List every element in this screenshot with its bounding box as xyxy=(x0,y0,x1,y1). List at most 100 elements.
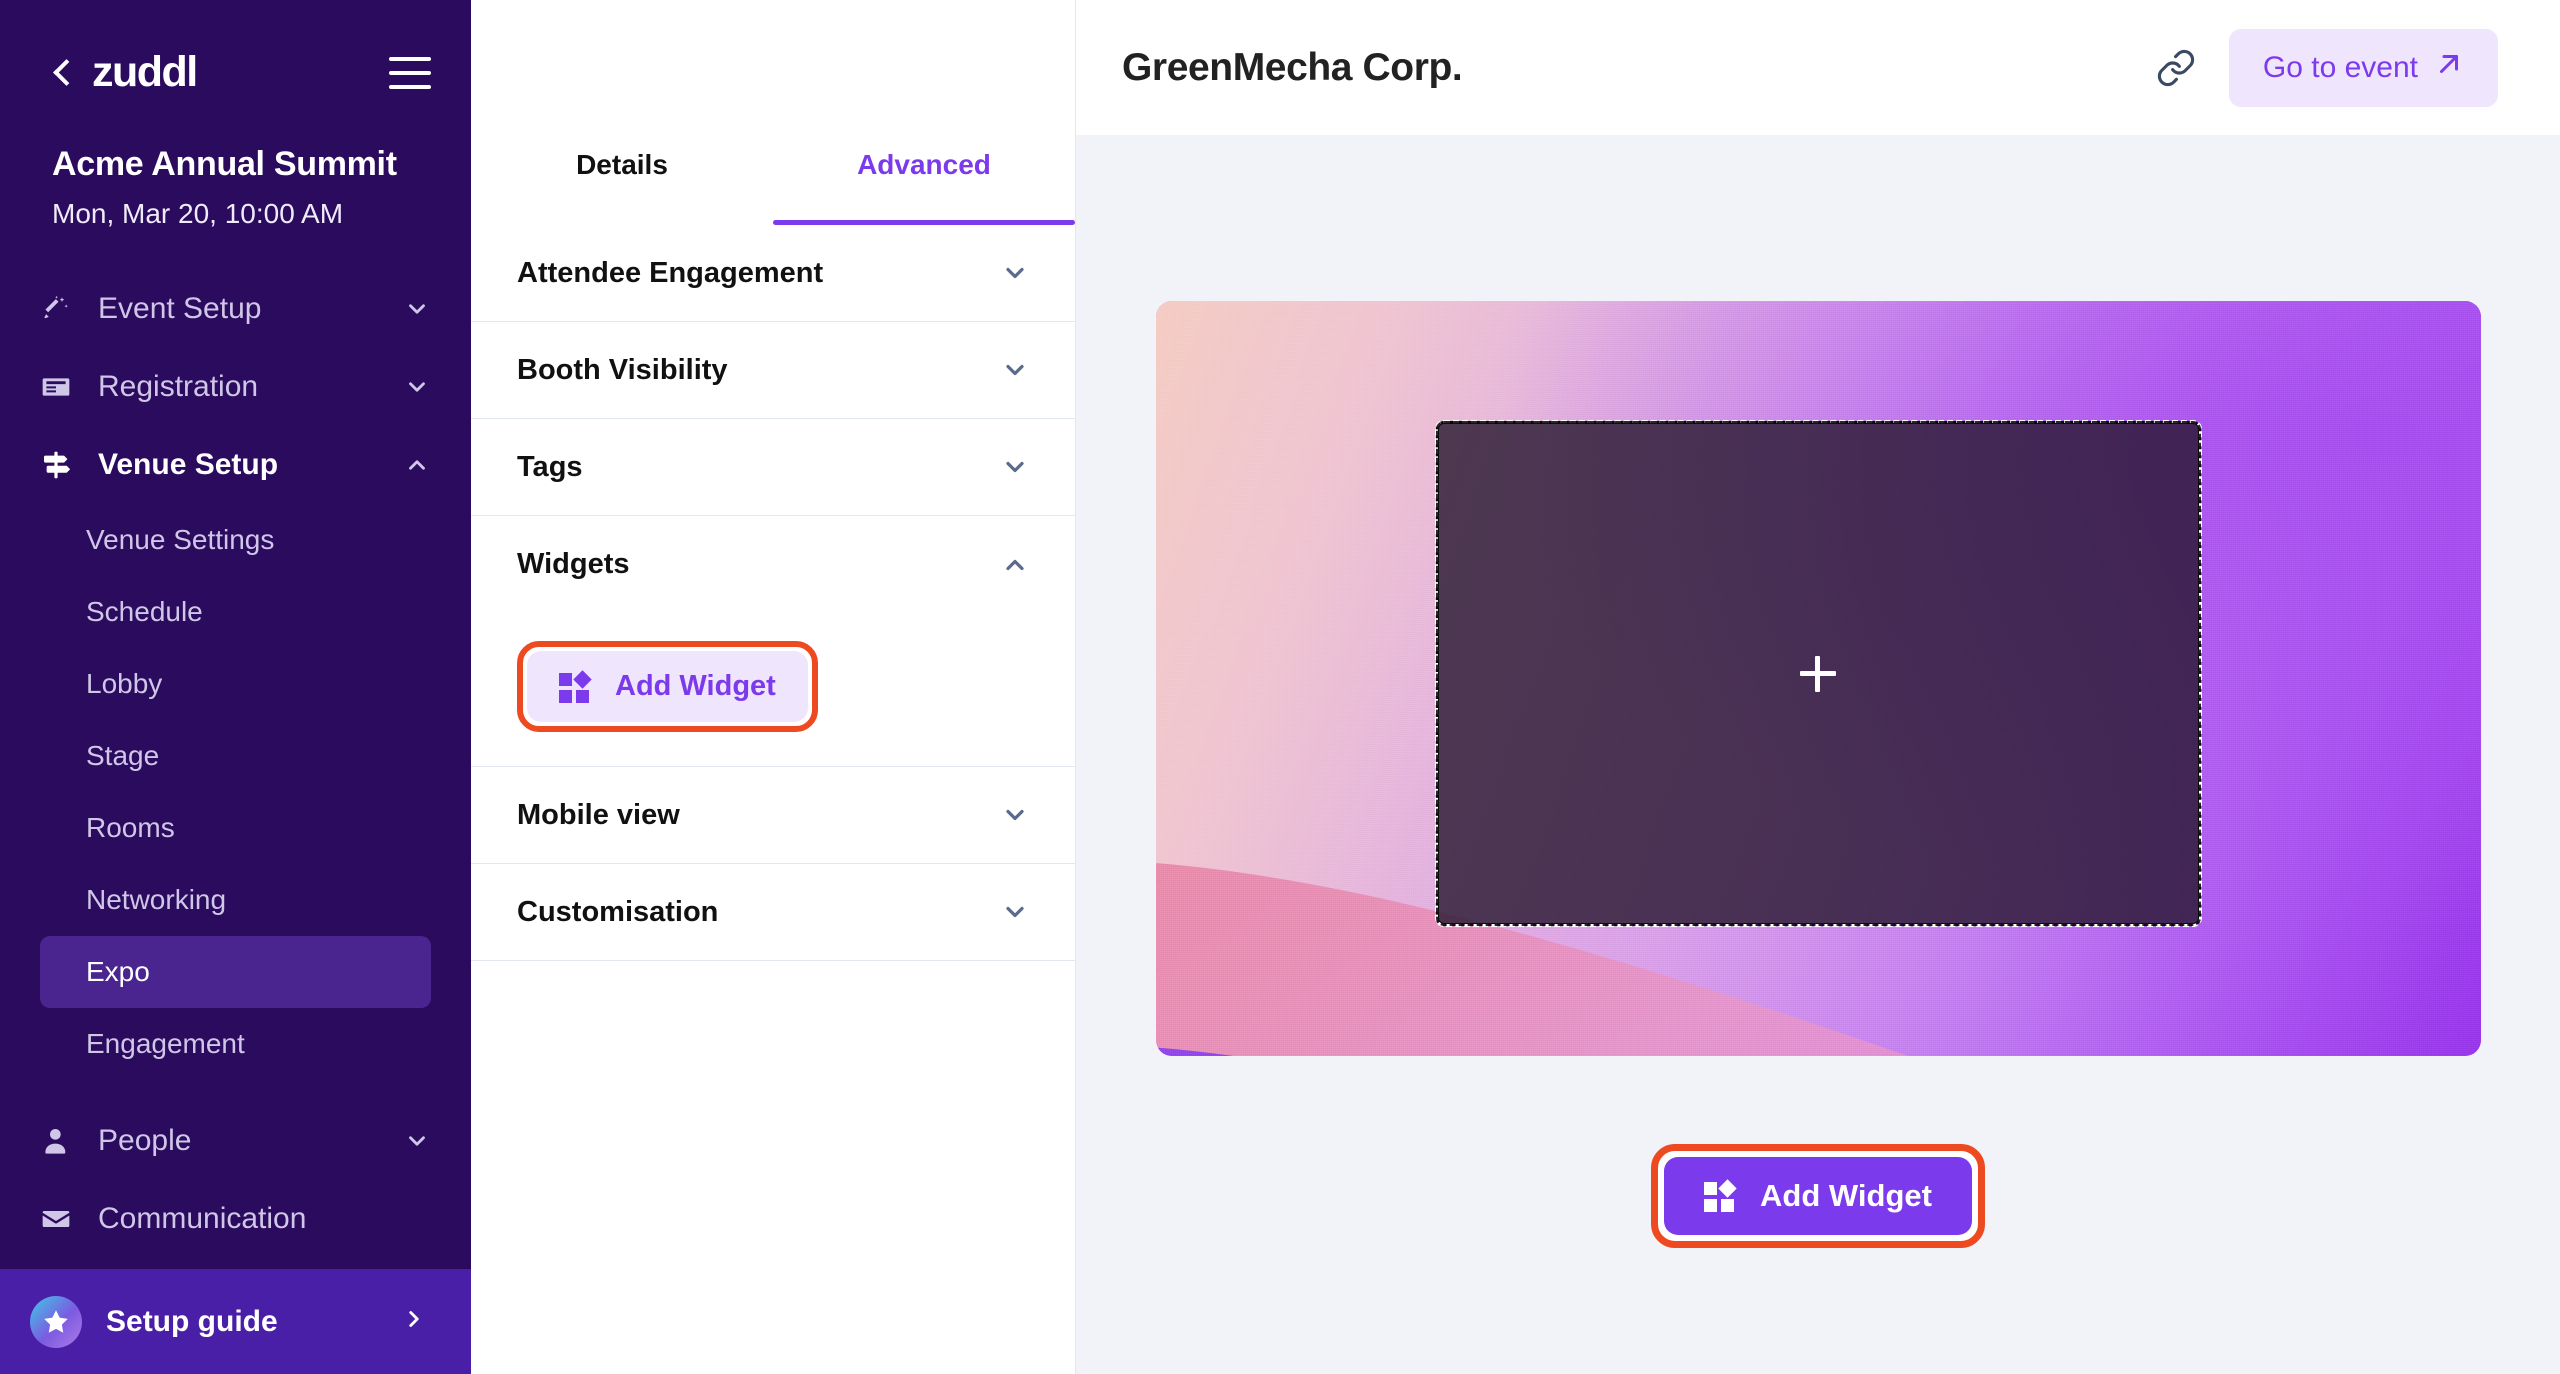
add-widget-label: Add Widget xyxy=(1760,1178,1932,1214)
sidebar-subitem-engagement[interactable]: Engagement xyxy=(40,1008,431,1080)
chevron-up-icon[interactable] xyxy=(403,451,431,479)
panel-tabs: Details Advanced xyxy=(471,135,1075,225)
sidebar-subitem-label: Schedule xyxy=(86,596,203,628)
add-widget-highlight-ring: Add Widget xyxy=(517,641,818,732)
sidebar-subitem-rooms[interactable]: Rooms xyxy=(40,792,431,864)
accordion-customisation[interactable]: Customisation xyxy=(471,864,1075,961)
chevron-down-icon[interactable] xyxy=(1001,356,1029,384)
star-badge-icon xyxy=(30,1296,82,1348)
accordion-label: Widgets xyxy=(517,548,1001,581)
booth-preview xyxy=(1156,301,2481,1056)
chevron-down-icon[interactable] xyxy=(403,373,431,401)
sidebar-subitem-label: Lobby xyxy=(86,668,162,700)
logo-text: zuddl xyxy=(92,48,197,97)
topbar: GreenMecha Corp. Go to event xyxy=(1076,0,2560,135)
brand[interactable]: zuddl xyxy=(52,48,197,97)
event-datetime: Mon, Mar 20, 10:00 AM xyxy=(52,198,419,230)
widget-square xyxy=(1721,1199,1734,1212)
widget-square xyxy=(1704,1182,1717,1195)
sidebar-subitem-expo[interactable]: Expo xyxy=(40,936,431,1008)
chevron-down-icon[interactable] xyxy=(1001,453,1029,481)
sidebar-nav: Event Setup Registration xyxy=(0,270,471,1269)
sidebar-subitem-schedule[interactable]: Schedule xyxy=(40,576,431,648)
accordion-mobile-view[interactable]: Mobile view xyxy=(471,767,1075,864)
accordion-tags[interactable]: Tags xyxy=(471,419,1075,516)
chevron-up-icon[interactable] xyxy=(1001,551,1029,579)
add-widget-highlight-ring-main: Add Widget xyxy=(1651,1144,1985,1248)
widgets-section-body: Add Widget xyxy=(471,613,1075,767)
sidebar-item-registration[interactable]: Registration xyxy=(0,348,471,426)
tab-label: Advanced xyxy=(857,149,991,181)
hamburger-bar xyxy=(389,57,431,61)
sidebar-item-label: Venue Setup xyxy=(86,448,403,482)
preview-canvas: Add Widget xyxy=(1076,135,2560,1374)
signpost-icon xyxy=(40,449,86,481)
main-area: GreenMecha Corp. Go to event xyxy=(1076,0,2560,1374)
add-widget-label: Add Widget xyxy=(615,670,776,703)
sidebar-item-label: Registration xyxy=(86,370,403,404)
accordion-attendee-engagement[interactable]: Attendee Engagement xyxy=(471,225,1075,322)
chevron-down-icon[interactable] xyxy=(403,1127,431,1155)
accordion-label: Tags xyxy=(517,451,1001,484)
add-widget-button-main[interactable]: Add Widget xyxy=(1664,1157,1972,1235)
chevron-down-icon[interactable] xyxy=(1001,259,1029,287)
add-widget-button-panel[interactable]: Add Widget xyxy=(527,651,808,722)
widget-drop-zone[interactable] xyxy=(1436,421,2201,926)
sidebar-subitem-label: Stage xyxy=(86,740,159,772)
chevron-right-icon[interactable] xyxy=(401,1306,427,1337)
accordion-label: Mobile view xyxy=(517,799,1001,832)
event-name: Acme Annual Summit xyxy=(52,145,419,184)
sidebar-item-communication[interactable]: Communication xyxy=(0,1180,471,1258)
widget-square xyxy=(559,673,572,686)
sidebar-item-venue-setup[interactable]: Venue Setup xyxy=(0,426,471,504)
sidebar-item-event-setup[interactable]: Event Setup xyxy=(0,270,471,348)
event-info: Acme Annual Summit Mon, Mar 20, 10:00 AM xyxy=(0,97,471,230)
sidebar-subitem-label: Engagement xyxy=(86,1028,245,1060)
tab-advanced[interactable]: Advanced xyxy=(773,135,1075,225)
magic-wand-icon xyxy=(40,293,86,325)
sidebar-item-label: Event Setup xyxy=(86,292,403,326)
sidebar-item-label: People xyxy=(86,1124,403,1158)
tab-details[interactable]: Details xyxy=(471,135,773,225)
accordion-booth-visibility[interactable]: Booth Visibility xyxy=(471,322,1075,419)
accordion-widgets[interactable]: Widgets xyxy=(471,516,1075,613)
sidebar-subitem-label: Venue Settings xyxy=(86,524,274,556)
chevron-down-icon[interactable] xyxy=(1001,801,1029,829)
settings-panel: Details Advanced Attendee Engagement Boo… xyxy=(471,0,1076,1374)
widget-diamond xyxy=(1718,1179,1736,1197)
chevron-left-icon[interactable] xyxy=(52,56,74,90)
go-to-event-label: Go to event xyxy=(2263,51,2418,85)
sidebar-header: zuddl xyxy=(0,0,471,97)
accordion-label: Customisation xyxy=(517,896,1001,929)
sidebar-subitem-label: Rooms xyxy=(86,812,175,844)
app-root: zuddl Acme Annual Summit Mon, Mar 20, 10… xyxy=(0,0,2560,1374)
hamburger-bar xyxy=(389,85,431,89)
widget-diamond xyxy=(573,670,591,688)
link-chain-icon[interactable] xyxy=(2145,37,2207,99)
hamburger-bar xyxy=(389,71,431,75)
page-title: GreenMecha Corp. xyxy=(1122,46,2145,90)
hamburger-menu-icon[interactable] xyxy=(389,57,431,89)
sidebar-item-people[interactable]: People xyxy=(0,1102,471,1180)
sidebar-subitem-stage[interactable]: Stage xyxy=(40,720,431,792)
setup-guide-label: Setup guide xyxy=(82,1305,401,1339)
go-to-event-button[interactable]: Go to event xyxy=(2229,29,2498,107)
widget-square xyxy=(1704,1199,1717,1212)
bottom-cta: Add Widget xyxy=(1651,1144,1985,1248)
accordion-label: Booth Visibility xyxy=(517,354,1001,387)
form-card-icon xyxy=(40,371,86,403)
setup-guide-button[interactable]: Setup guide xyxy=(0,1269,471,1374)
sidebar-item-label: Communication xyxy=(86,1202,431,1236)
accordion-list: Attendee Engagement Booth Visibility Tag… xyxy=(471,225,1075,1374)
chevron-down-icon[interactable] xyxy=(1001,898,1029,926)
envelope-icon xyxy=(40,1203,86,1235)
sidebar-subitem-networking[interactable]: Networking xyxy=(40,864,431,936)
sidebar: zuddl Acme Annual Summit Mon, Mar 20, 10… xyxy=(0,0,471,1374)
tab-label: Details xyxy=(576,149,668,181)
plus-icon xyxy=(1800,656,1836,692)
widget-grid-icon xyxy=(1704,1180,1738,1212)
chevron-down-icon[interactable] xyxy=(403,295,431,323)
sidebar-subitem-venue-settings[interactable]: Venue Settings xyxy=(40,504,431,576)
sidebar-subitem-lobby[interactable]: Lobby xyxy=(40,648,431,720)
widget-square xyxy=(576,690,589,703)
